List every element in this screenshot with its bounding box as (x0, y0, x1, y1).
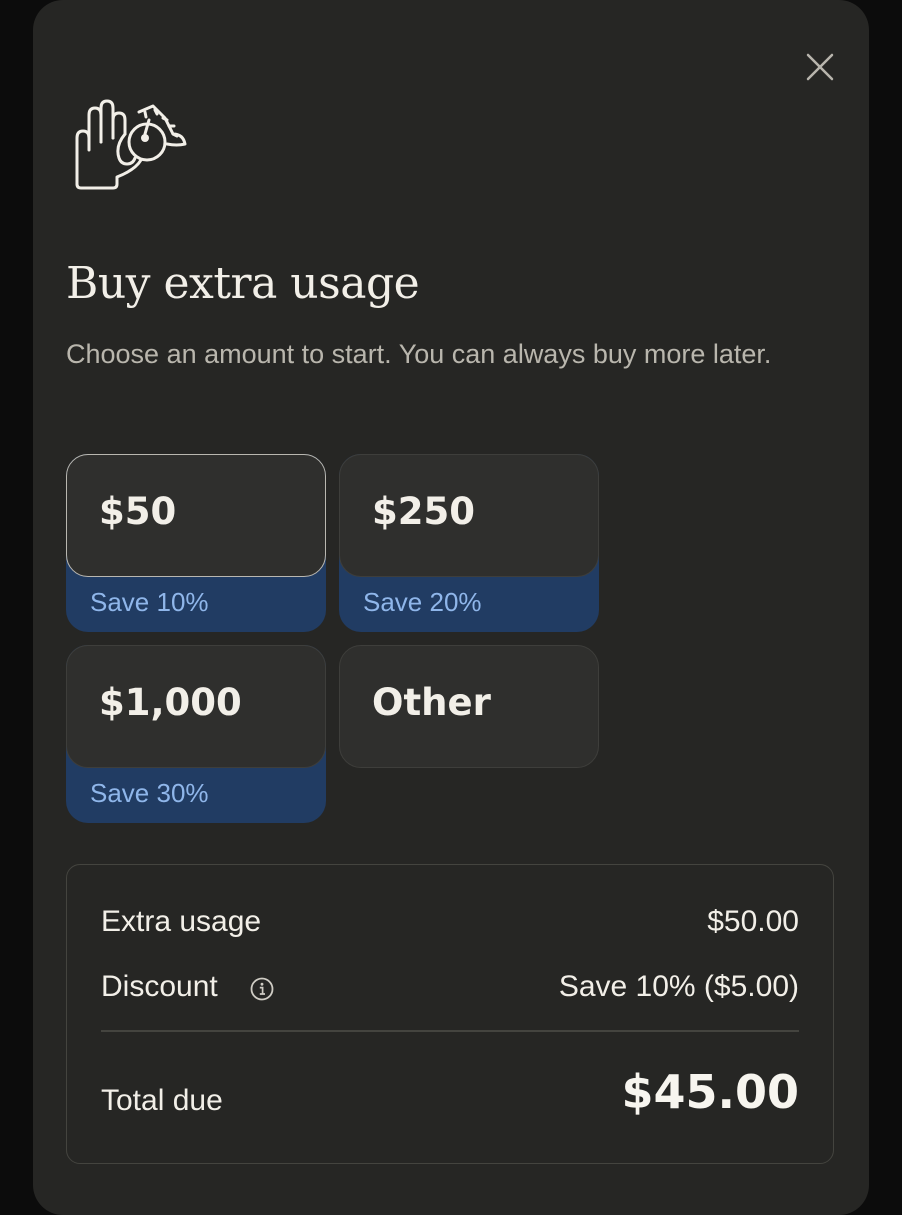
savings-badge: Save 30% (90, 778, 209, 808)
amount-option-label: $250 (372, 490, 475, 533)
discount-label: Discount (101, 970, 218, 1003)
amount-option-label: $50 (99, 490, 177, 533)
hand-with-coin-icon (75, 99, 187, 190)
discount-value: Save 10% ($5.00) (558, 970, 799, 1003)
amount-option-label: $1,000 (99, 681, 242, 724)
order-summary: Extra usage $50.00 Discount Save 10% ($5… (66, 864, 834, 1164)
info-icon[interactable] (250, 977, 274, 1001)
total-due-label: Total due (101, 1084, 223, 1117)
amount-option-other[interactable]: Other (339, 645, 599, 768)
amount-option-50[interactable]: $50 Save 10% (66, 454, 326, 632)
extra-usage-label: Extra usage (101, 905, 262, 938)
extra-usage-value: $50.00 (707, 905, 799, 938)
amount-option-label: Other (372, 681, 491, 724)
total-due-value: $45.00 (621, 1065, 799, 1119)
close-button[interactable] (803, 50, 837, 84)
amount-option-250[interactable]: $250 Save 20% (339, 454, 599, 632)
amount-option-1000[interactable]: $1,000 Save 30% (66, 645, 326, 823)
buy-extra-usage-dialog: Buy extra usage Choose an amount to star… (33, 0, 869, 1215)
dialog-title: Buy extra usage (66, 258, 420, 309)
savings-badge: Save 20% (363, 587, 482, 617)
summary-divider (101, 1030, 799, 1032)
dialog-subtitle: Choose an amount to start. You can alway… (66, 339, 772, 369)
savings-badge: Save 10% (90, 587, 209, 617)
close-icon (806, 53, 834, 81)
